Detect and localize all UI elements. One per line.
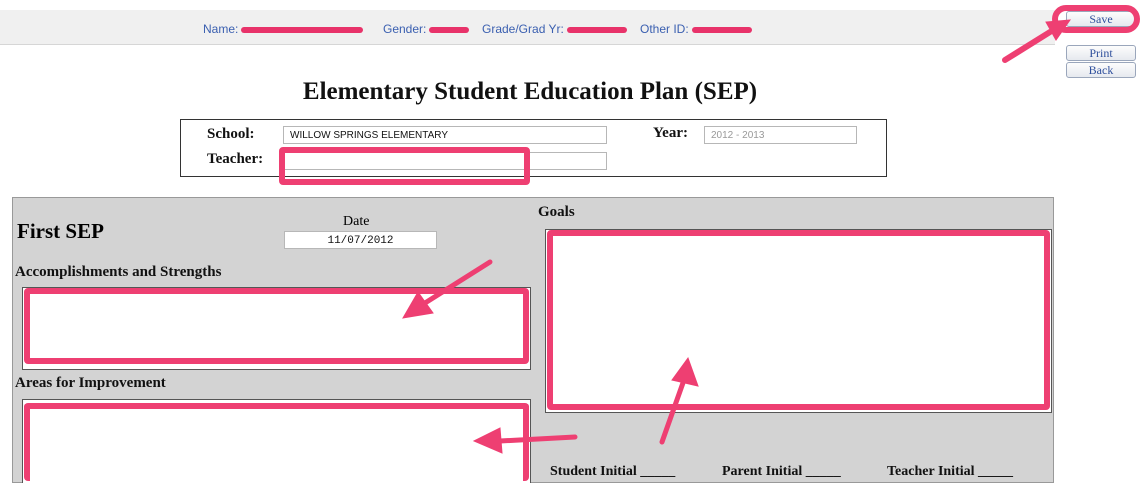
- school-label: School:: [207, 126, 255, 142]
- school-field[interactable]: WILLOW SPRINGS ELEMENTARY: [283, 126, 607, 144]
- improvement-highlight-box: [24, 403, 529, 481]
- redacted-gender: [429, 26, 470, 33]
- name-label: Name:: [203, 22, 239, 36]
- teacher-label: Teacher:: [207, 151, 264, 167]
- student-gender: Gender:: [383, 22, 470, 36]
- back-button[interactable]: Back: [1066, 62, 1136, 78]
- save-highlight-ring: [1052, 5, 1140, 33]
- redacted-name: [241, 26, 364, 33]
- section-title: First SEP: [17, 219, 104, 243]
- student-name: Name:: [203, 22, 364, 36]
- date-field[interactable]: 11/07/2012: [284, 231, 437, 249]
- parent-initial: Parent Initial _____: [722, 464, 841, 479]
- redacted-grade: [566, 26, 627, 33]
- year-label: Year:: [653, 125, 688, 141]
- date-label: Date: [343, 214, 370, 229]
- student-grade: Grade/Grad Yr:: [482, 22, 627, 36]
- accomplishments-label: Accomplishments and Strengths: [15, 264, 222, 280]
- page-title: Elementary Student Education Plan (SEP): [302, 78, 758, 105]
- other-id-label: Other ID:: [640, 22, 689, 36]
- teacher-highlight-box: [279, 147, 530, 185]
- grade-label: Grade/Grad Yr:: [482, 22, 564, 36]
- accomplishments-highlight-box: [24, 288, 529, 364]
- teacher-initial: Teacher Initial _____: [887, 464, 1014, 479]
- improvement-label: Areas for Improvement: [15, 375, 166, 391]
- print-button[interactable]: Print: [1066, 45, 1136, 61]
- student-other-id: Other ID:: [640, 22, 752, 36]
- redacted-other-id: [691, 26, 752, 33]
- gender-label: Gender:: [383, 22, 427, 36]
- student-header-bar: Name: Gender: Grade/Grad Yr: Other ID:: [0, 10, 1055, 45]
- year-field[interactable]: 2012 - 2013: [704, 126, 857, 144]
- goals-label: Goals: [538, 204, 575, 220]
- goals-highlight-box: [547, 230, 1050, 410]
- student-initial: Student Initial _____: [550, 464, 676, 479]
